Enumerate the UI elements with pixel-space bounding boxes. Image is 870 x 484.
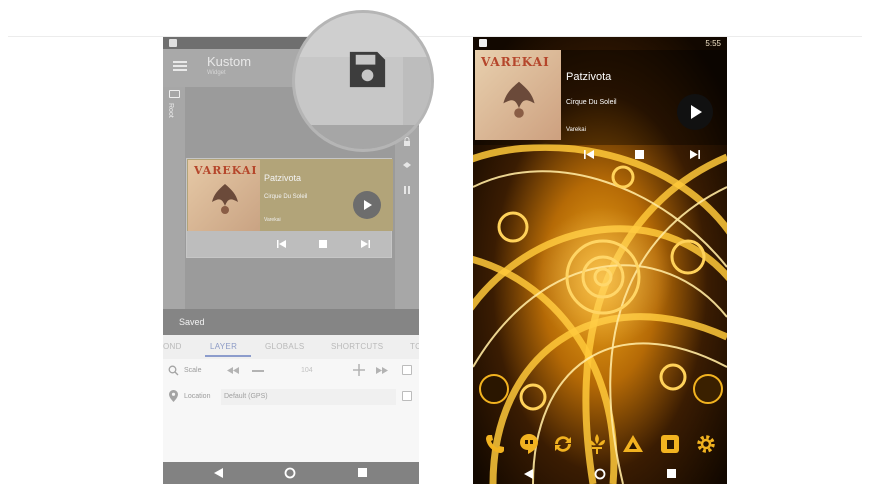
music-widget-preview[interactable]: VAREKAI Patzivota Cirque Du Soleil Varek… [186, 158, 393, 258]
search-icon [168, 365, 179, 376]
album-art: VAREKAI [188, 160, 260, 231]
track-artist: Cirque Du Soleil [264, 194, 308, 200]
album-art-figure [212, 184, 238, 214]
album-art-text: VAREKAI [481, 55, 550, 69]
track-album: Varekai [264, 217, 281, 223]
scale-label: Scale [184, 367, 202, 374]
widget-header: VAREKAI Patzivota Cirque Du Soleil Varek… [187, 159, 393, 231]
back-icon[interactable] [524, 469, 533, 479]
location-pin-icon [169, 390, 178, 402]
hangouts-icon[interactable] [517, 432, 541, 456]
stop-icon[interactable] [635, 150, 644, 159]
app-title: Kustom [207, 54, 252, 69]
tab-touch[interactable]: TC [410, 342, 419, 351]
scale-value[interactable]: 104 [301, 367, 313, 374]
track-title: Patzivota [566, 71, 612, 83]
skip-previous-icon[interactable] [584, 150, 594, 159]
scale-checkbox[interactable] [402, 365, 412, 375]
magnifier-callout [292, 10, 434, 152]
location-label: Location [184, 393, 211, 400]
nav-bar [473, 464, 727, 484]
stop-icon[interactable] [319, 240, 327, 248]
play-icon [691, 105, 702, 119]
layers-icon[interactable] [402, 161, 412, 171]
menu-icon[interactable] [173, 59, 187, 73]
settings-icon[interactable] [694, 432, 718, 456]
homescreen-phone: 5:55 VAREKAI Patzivota Cirque Du Soleil … [473, 37, 727, 484]
fast-increase-icon[interactable] [376, 367, 388, 374]
skip-next-icon[interactable] [361, 240, 370, 248]
tab-background[interactable]: OND [163, 342, 182, 351]
status-bar: 5:55 [473, 37, 727, 50]
phone-icon[interactable] [483, 432, 507, 456]
home-icon[interactable] [284, 467, 296, 479]
album-art-figure [503, 81, 535, 118]
nav-bar [163, 462, 419, 484]
tab-globals[interactable]: GLOBALS [265, 342, 304, 351]
skip-next-icon[interactable] [690, 150, 700, 159]
divider [8, 36, 862, 37]
decrease-icon[interactable] [252, 370, 264, 372]
back-icon[interactable] [214, 468, 223, 478]
notification-icon [479, 39, 487, 47]
album-art: VAREKAI [475, 50, 561, 140]
home-icon[interactable] [594, 468, 606, 480]
snackbar: Saved [163, 309, 419, 335]
snackbar-message: Saved [179, 317, 205, 327]
play-button[interactable] [353, 191, 381, 219]
increase-icon[interactable] [353, 364, 365, 376]
page: Kustom Widget Root VAREKAI Patzivota Cir… [0, 0, 870, 484]
track-title: Patzivota [264, 173, 302, 183]
magnifier-inner [295, 13, 431, 149]
tab-layer[interactable]: LAYER [210, 342, 237, 351]
playback-controls [187, 231, 393, 257]
tab-shortcuts[interactable]: SHORTCUTS [331, 342, 383, 351]
recents-icon[interactable] [358, 468, 367, 477]
play-icon [364, 200, 372, 210]
property-list: Scale 104 Location Default (GPS) [163, 359, 419, 462]
fast-decrease-icon[interactable] [227, 367, 239, 374]
drive-icon[interactable] [621, 432, 645, 456]
status-time: 5:55 [705, 39, 721, 48]
notification-icon [169, 39, 177, 47]
album-art-text: VAREKAI [194, 164, 258, 177]
app-drawer-icon[interactable] [479, 374, 509, 404]
notes-icon[interactable] [658, 432, 682, 456]
location-value: Default (GPS) [224, 393, 268, 400]
play-button[interactable] [677, 94, 713, 130]
recents-icon[interactable] [667, 469, 676, 478]
location-checkbox[interactable] [402, 391, 412, 401]
track-artist: Cirque Du Soleil [566, 99, 617, 106]
skip-previous-icon[interactable] [277, 240, 286, 248]
pause-icon[interactable] [402, 185, 412, 195]
files-icon[interactable] [693, 374, 723, 404]
editor-tabs: OND LAYER GLOBALS SHORTCUTS TC [163, 335, 419, 359]
floppy-save-icon[interactable] [344, 46, 391, 93]
track-album: Varekai [566, 127, 586, 133]
app-subtitle: Widget [207, 70, 226, 76]
scale-row: Scale 104 [163, 359, 419, 384]
left-sidebar: Root [163, 87, 185, 342]
location-row: Location Default (GPS) [163, 385, 419, 410]
tab-indicator [205, 355, 251, 357]
folder-icon[interactable] [169, 90, 180, 98]
root-label: Root [167, 103, 174, 118]
fleur-de-lis-icon[interactable] [585, 432, 609, 456]
sync-icon[interactable] [551, 432, 575, 456]
